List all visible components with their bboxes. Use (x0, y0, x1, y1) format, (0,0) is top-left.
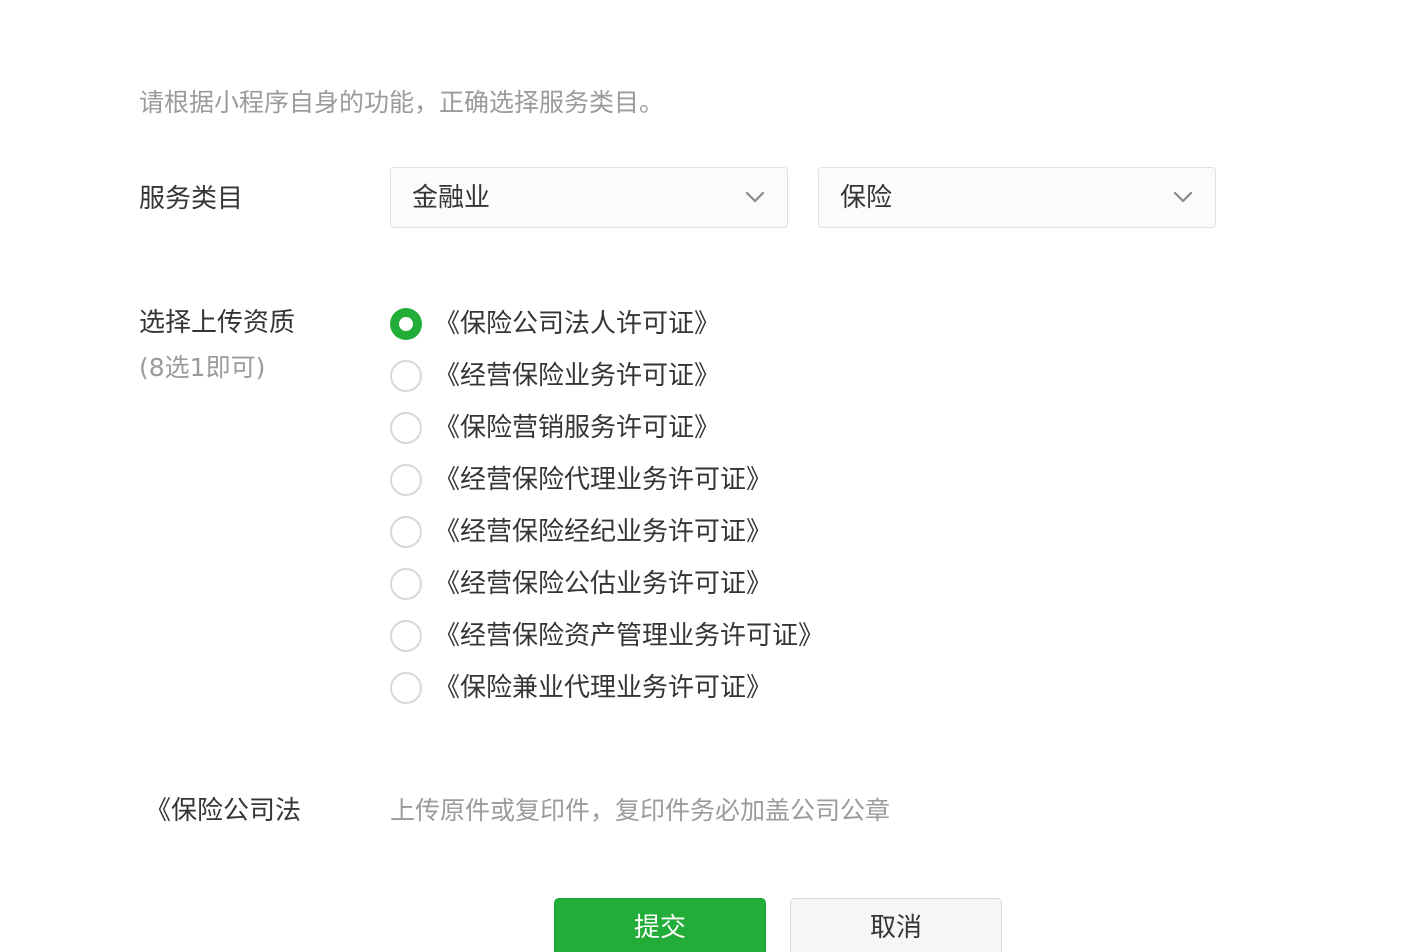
qualification-option-label: 《保险兼业代理业务许可证》 (434, 673, 773, 703)
radio-unchecked-icon[interactable] (390, 412, 422, 444)
primary-category-value: 金融业 (412, 183, 491, 213)
service-category-form: 请根据小程序自身的功能，正确选择服务类目。 服务类目 金融业 保险 选择上传资质… (0, 0, 1402, 952)
radio-unchecked-icon[interactable] (390, 672, 422, 704)
qualification-option-label: 《保险公司法人许可证》 (434, 309, 721, 339)
radio-unchecked-icon[interactable] (390, 516, 422, 548)
qualification-sub-label: (8选1即可) (139, 353, 266, 382)
qualification-option-label: 《保险营销服务许可证》 (434, 413, 721, 443)
qualification-option-label: 《经营保险公估业务许可证》 (434, 569, 773, 599)
qualification-label: 选择上传资质 (139, 308, 296, 338)
radio-unchecked-icon[interactable] (390, 464, 422, 496)
cancel-button[interactable]: 取消 (790, 898, 1002, 952)
qualification-option-label: 《经营保险业务许可证》 (434, 361, 721, 391)
primary-category-select[interactable]: 金融业 (390, 167, 788, 228)
submit-button[interactable]: 提交 (554, 898, 766, 952)
secondary-category-value: 保险 (840, 183, 893, 213)
upload-label: 《保险公司法 (145, 796, 302, 826)
radio-unchecked-icon[interactable] (390, 568, 422, 600)
radio-checked-icon[interactable] (390, 308, 422, 340)
instruction-text: 请根据小程序自身的功能，正确选择服务类目。 (139, 88, 665, 117)
qualification-option-label: 《经营保险资产管理业务许可证》 (434, 621, 825, 651)
radio-unchecked-icon[interactable] (390, 360, 422, 392)
qualification-option-label: 《经营保险经纪业务许可证》 (434, 517, 773, 547)
radio-unchecked-icon[interactable] (390, 620, 422, 652)
service-category-label: 服务类目 (139, 184, 244, 214)
qualification-option-label: 《经营保险代理业务许可证》 (434, 465, 773, 495)
chevron-down-icon (1173, 191, 1193, 203)
upload-hint: 上传原件或复印件，复印件务必加盖公司公章 (390, 796, 891, 825)
secondary-category-select[interactable]: 保险 (818, 167, 1216, 228)
chevron-down-icon (745, 191, 765, 203)
